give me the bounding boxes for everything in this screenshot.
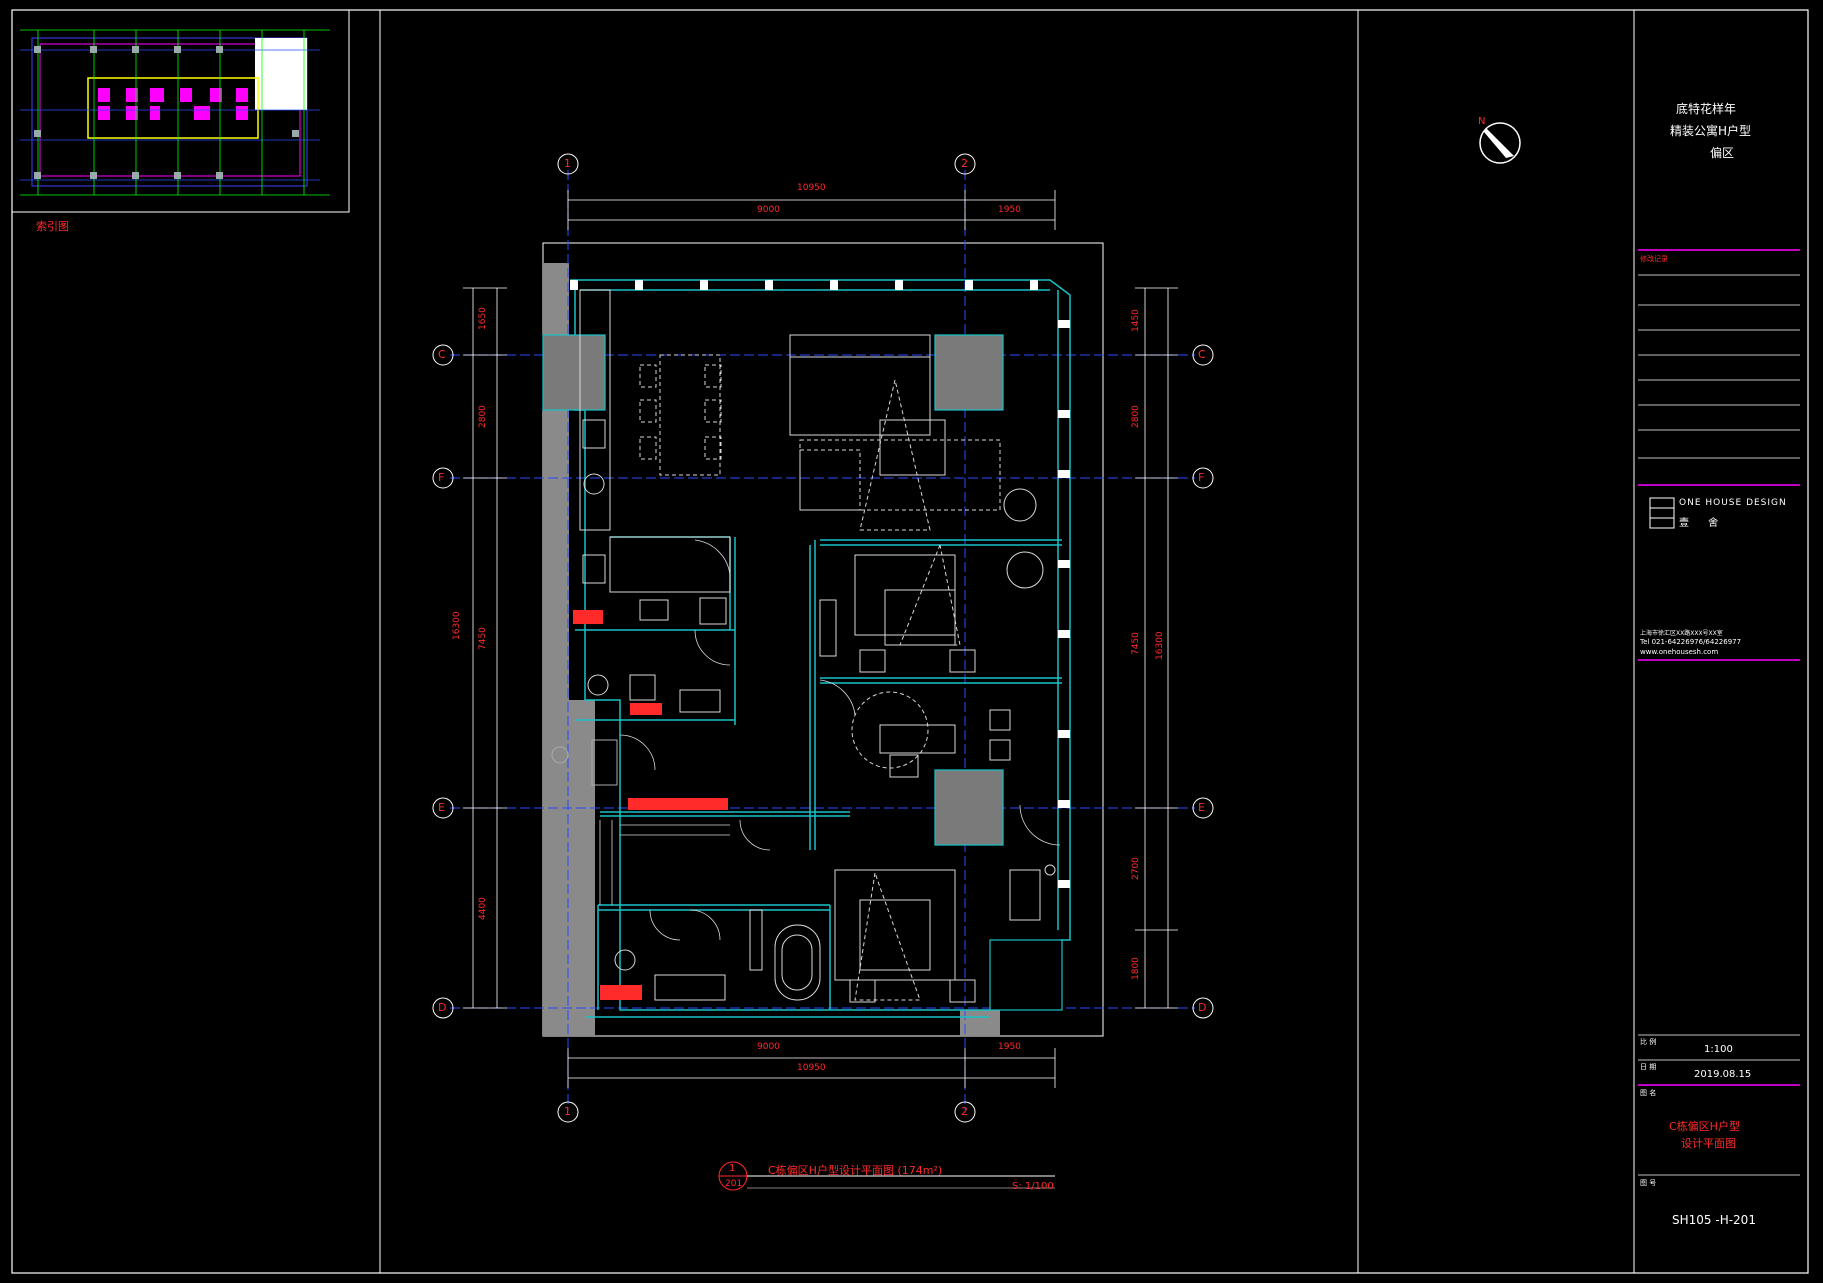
project-name-1: 底特花样年 <box>1676 102 1737 116</box>
company-tel: Tel 021-64226976/64226977 <box>1640 638 1742 646</box>
dim-left-3: 7450 <box>478 627 488 650</box>
drawing-title: C栋偏区H户型设计平面图 (174m²) <box>768 1164 943 1177</box>
project-name-3: 偏区 <box>1710 146 1735 160</box>
dim-top-b: 1950 <box>998 205 1021 215</box>
dim-bottom-b: 1950 <box>998 1042 1021 1052</box>
dim-right-5: 1800 <box>1131 957 1141 980</box>
dim-top-overall: 10950 <box>797 183 826 193</box>
grid-label-e-left: E <box>438 801 445 814</box>
grid-label-d-left: D <box>438 1001 447 1014</box>
revision-label: 修改记录 <box>1640 255 1668 263</box>
grid-label-f-left: F <box>438 471 445 484</box>
grid-label-d-right: D <box>1198 1001 1207 1014</box>
grid-label-e-right: E <box>1198 801 1205 814</box>
dim-bottom-overall: 10950 <box>797 1063 826 1073</box>
grid-label-f-right: F <box>1198 471 1205 484</box>
grid-label-c-right: C <box>1198 348 1206 361</box>
date-label: 日 期 <box>1640 1063 1657 1071</box>
date-value: 2019.08.15 <box>1694 1069 1752 1080</box>
key-plan-label: 索引图 <box>36 220 69 233</box>
dim-right-1: 1450 <box>1131 309 1141 332</box>
drawing-name-2: 设计平面图 <box>1681 1137 1736 1150</box>
north-arrow-icon: N <box>1478 116 1521 164</box>
drawing-scale: S: 1/100 <box>1012 1181 1054 1192</box>
drawing-name-1: C栋偏区H户型 <box>1669 1120 1740 1133</box>
project-name-2: 精装公寓H户型 <box>1670 124 1752 138</box>
grid-label-2-top: 2 <box>961 157 968 170</box>
floor-plan <box>450 170 1195 1110</box>
drawing-sheet-ref: 201 <box>725 1179 743 1189</box>
dim-right-4: 2700 <box>1131 857 1141 880</box>
company-website: www.onehousesh.com <box>1640 648 1719 656</box>
company-name: ONE HOUSE DESIGN <box>1679 498 1787 508</box>
dim-top-a: 9000 <box>757 205 780 215</box>
dim-right-overall: 16300 <box>1155 631 1165 660</box>
dim-bottom-a: 9000 <box>757 1042 780 1052</box>
dim-right-2: 2800 <box>1131 405 1141 428</box>
drawing-no-label-2: 图 号 <box>1640 1179 1657 1187</box>
grid-label-2-bottom: 2 <box>961 1105 968 1118</box>
dim-left-4: 4400 <box>478 897 488 920</box>
drawing-number-code: SH105 -H-201 <box>1672 1213 1756 1227</box>
dim-left-1: 1650 <box>478 307 488 330</box>
company-cn: 壹 舍 <box>1679 518 1727 529</box>
dim-left-2: 2800 <box>478 405 488 428</box>
grid-label-1-top: 1 <box>564 157 571 170</box>
company-address: 上海市徐汇区XX路XXX号XX室 <box>1640 630 1723 637</box>
sheet-border <box>11 9 1809 1274</box>
drawing-number: 1 <box>729 1163 736 1174</box>
cad-sheet: N <box>11 9 1809 1274</box>
key-plan <box>11 9 350 213</box>
title-block-lines <box>1638 249 1800 1176</box>
drawing-name-label: 图 名 <box>1640 1089 1657 1097</box>
grid-label-1-bottom: 1 <box>564 1105 571 1118</box>
scale-value: 1:100 <box>1704 1044 1733 1055</box>
dim-left-overall: 16300 <box>452 611 462 640</box>
grid-label-c-left: C <box>438 348 446 361</box>
svg-text:N: N <box>1478 116 1485 127</box>
scale-label: 比 例 <box>1640 1038 1657 1046</box>
dim-right-3: 7450 <box>1131 632 1141 655</box>
